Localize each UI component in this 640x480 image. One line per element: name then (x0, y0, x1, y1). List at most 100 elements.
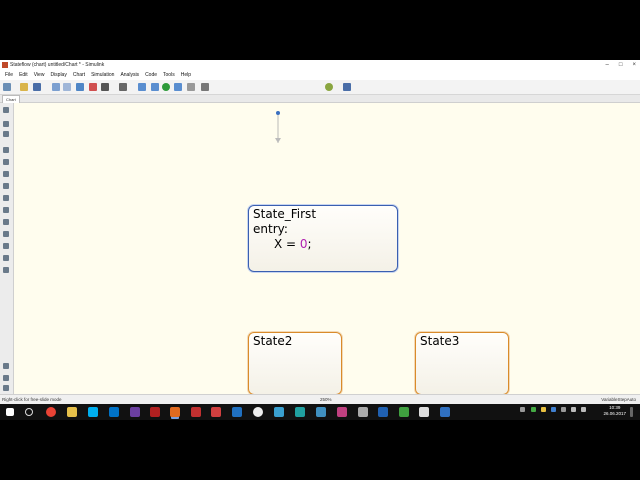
close-button[interactable]: × (632, 60, 636, 70)
image-tool-icon[interactable] (3, 267, 9, 273)
scope-icon[interactable] (201, 83, 209, 91)
file-explorer-icon[interactable] (67, 407, 77, 417)
taskbar-app-icon-2[interactable] (211, 407, 221, 417)
volume-icon[interactable] (581, 407, 586, 412)
windows-taskbar: 10:39 26.06.2017 (0, 404, 640, 420)
view-marks-icon[interactable] (3, 375, 9, 381)
state-2-name[interactable]: State2 (253, 334, 337, 349)
state-3[interactable]: State3 (415, 332, 509, 395)
taskbar-clock[interactable]: 10:39 26.06.2017 (603, 405, 626, 417)
new-model-icon[interactable] (3, 83, 11, 91)
skype-icon[interactable] (88, 407, 98, 417)
matlab-icon[interactable] (170, 407, 180, 417)
tray-app-icon-3[interactable] (551, 407, 556, 412)
chrome-icon[interactable] (46, 407, 56, 417)
menu-code[interactable]: Code (142, 70, 160, 80)
taskbar-app-icon-9[interactable] (358, 407, 368, 417)
model-settings-icon[interactable] (101, 83, 109, 91)
state-first[interactable]: State_First entry: X = 0; (248, 205, 398, 272)
taskbar-app-icon-12[interactable] (440, 407, 450, 417)
menu-display[interactable]: Display (47, 70, 69, 80)
taskbar-app-icon-7[interactable] (316, 407, 326, 417)
tab-chart[interactable]: Chart (2, 95, 20, 103)
state-3-name[interactable]: State3 (420, 334, 504, 349)
step-forward-icon[interactable] (174, 83, 182, 91)
search-icon[interactable] (25, 408, 33, 416)
menu-file[interactable]: File (2, 70, 16, 80)
menu-edit[interactable]: Edit (16, 70, 31, 80)
taskbar-app-icon-6[interactable] (295, 407, 305, 417)
window-controls: – □ × (606, 60, 636, 70)
tray-app-icon-2[interactable] (541, 407, 546, 412)
main-toolbar: 10.0 Normal (0, 80, 640, 112)
up-arrow-icon[interactable] (76, 83, 84, 91)
menu-tools[interactable]: Tools (160, 70, 178, 80)
tray-app-icon-1[interactable] (531, 407, 536, 412)
state-tool-icon[interactable] (3, 147, 9, 153)
state-first-entry-action: X = 0; (253, 237, 393, 252)
chart-canvas[interactable]: State_First entry: X = 0; State2 State3 (14, 103, 640, 395)
hide-browser-icon[interactable] (3, 107, 9, 113)
zoom-icon[interactable] (3, 121, 9, 127)
menu-bar: File Edit View Display Chart Simulation … (0, 70, 640, 80)
menu-view[interactable]: View (31, 70, 48, 80)
run-icon[interactable] (162, 83, 170, 91)
matlab-function-icon[interactable] (3, 219, 9, 225)
truth-table-icon[interactable] (3, 231, 9, 237)
model-advisor-icon[interactable] (325, 83, 333, 91)
windows-start-icon[interactable] (6, 408, 14, 416)
build-icon[interactable] (343, 83, 351, 91)
default-transition-icon[interactable] (3, 195, 9, 201)
step-back-icon[interactable] (138, 83, 146, 91)
taskbar-app-icon-10[interactable] (399, 407, 409, 417)
state-first-name[interactable]: State_First (253, 207, 393, 222)
code-literal: 0 (299, 237, 308, 251)
history-junction-icon[interactable] (3, 183, 9, 189)
forward-arrow-icon[interactable] (63, 83, 71, 91)
code-assignment: X = (274, 237, 300, 251)
back-arrow-icon[interactable] (52, 83, 60, 91)
save-icon[interactable] (33, 83, 41, 91)
visual-studio-icon[interactable] (130, 407, 140, 417)
stop-icon[interactable] (187, 83, 195, 91)
palette-toolbar (0, 103, 14, 394)
open-folder-icon[interactable] (20, 83, 28, 91)
step-icon[interactable] (151, 83, 159, 91)
acrobat-icon[interactable] (150, 407, 160, 417)
tab-bar: Chart (0, 95, 640, 103)
default-transition-dot[interactable] (276, 111, 280, 115)
tray-chevron-icon[interactable] (520, 407, 525, 412)
taskbar-app-icon-3[interactable] (232, 407, 242, 417)
fit-view-icon[interactable] (3, 131, 9, 137)
menu-analysis[interactable]: Analysis (117, 70, 142, 80)
taskbar-app-icon-5[interactable] (274, 407, 284, 417)
graphical-function-icon[interactable] (3, 207, 9, 213)
menu-chart[interactable]: Chart (70, 70, 88, 80)
annotation-icon[interactable] (3, 255, 9, 261)
tray-app-icon-4[interactable] (561, 407, 566, 412)
menu-simulation[interactable]: Simulation (88, 70, 117, 80)
default-transition-arrowhead (275, 138, 281, 143)
outlook-icon[interactable] (109, 407, 119, 417)
state-2[interactable]: State2 (248, 332, 342, 395)
minimize-button[interactable]: – (606, 60, 609, 70)
menu-help[interactable]: Help (178, 70, 194, 80)
box-tool-icon[interactable] (3, 159, 9, 165)
simulink-function-icon[interactable] (3, 243, 9, 249)
taskbar-app-icon-11[interactable] (419, 407, 429, 417)
taskbar-app-icon-4[interactable] (253, 407, 263, 417)
maximize-button[interactable]: □ (619, 60, 623, 70)
simulink-window: Stateflow (chart) untitled/Chart * - Sim… (0, 60, 640, 405)
library-browser-icon[interactable] (89, 83, 97, 91)
show-desktop-button[interactable] (630, 407, 633, 417)
clock-date: 26.06.2017 (603, 411, 626, 416)
taskbar-app-icon-8[interactable] (337, 407, 347, 417)
taskbar-app-icon-1[interactable] (191, 407, 201, 417)
state-first-entry-label: entry: (253, 222, 288, 236)
network-icon[interactable] (571, 407, 576, 412)
model-explorer-icon[interactable] (119, 83, 127, 91)
expand-palette-icon[interactable] (3, 385, 9, 391)
explorer-bar-icon[interactable] (3, 363, 9, 369)
junction-tool-icon[interactable] (3, 171, 9, 177)
vs-code-icon[interactable] (378, 407, 388, 417)
